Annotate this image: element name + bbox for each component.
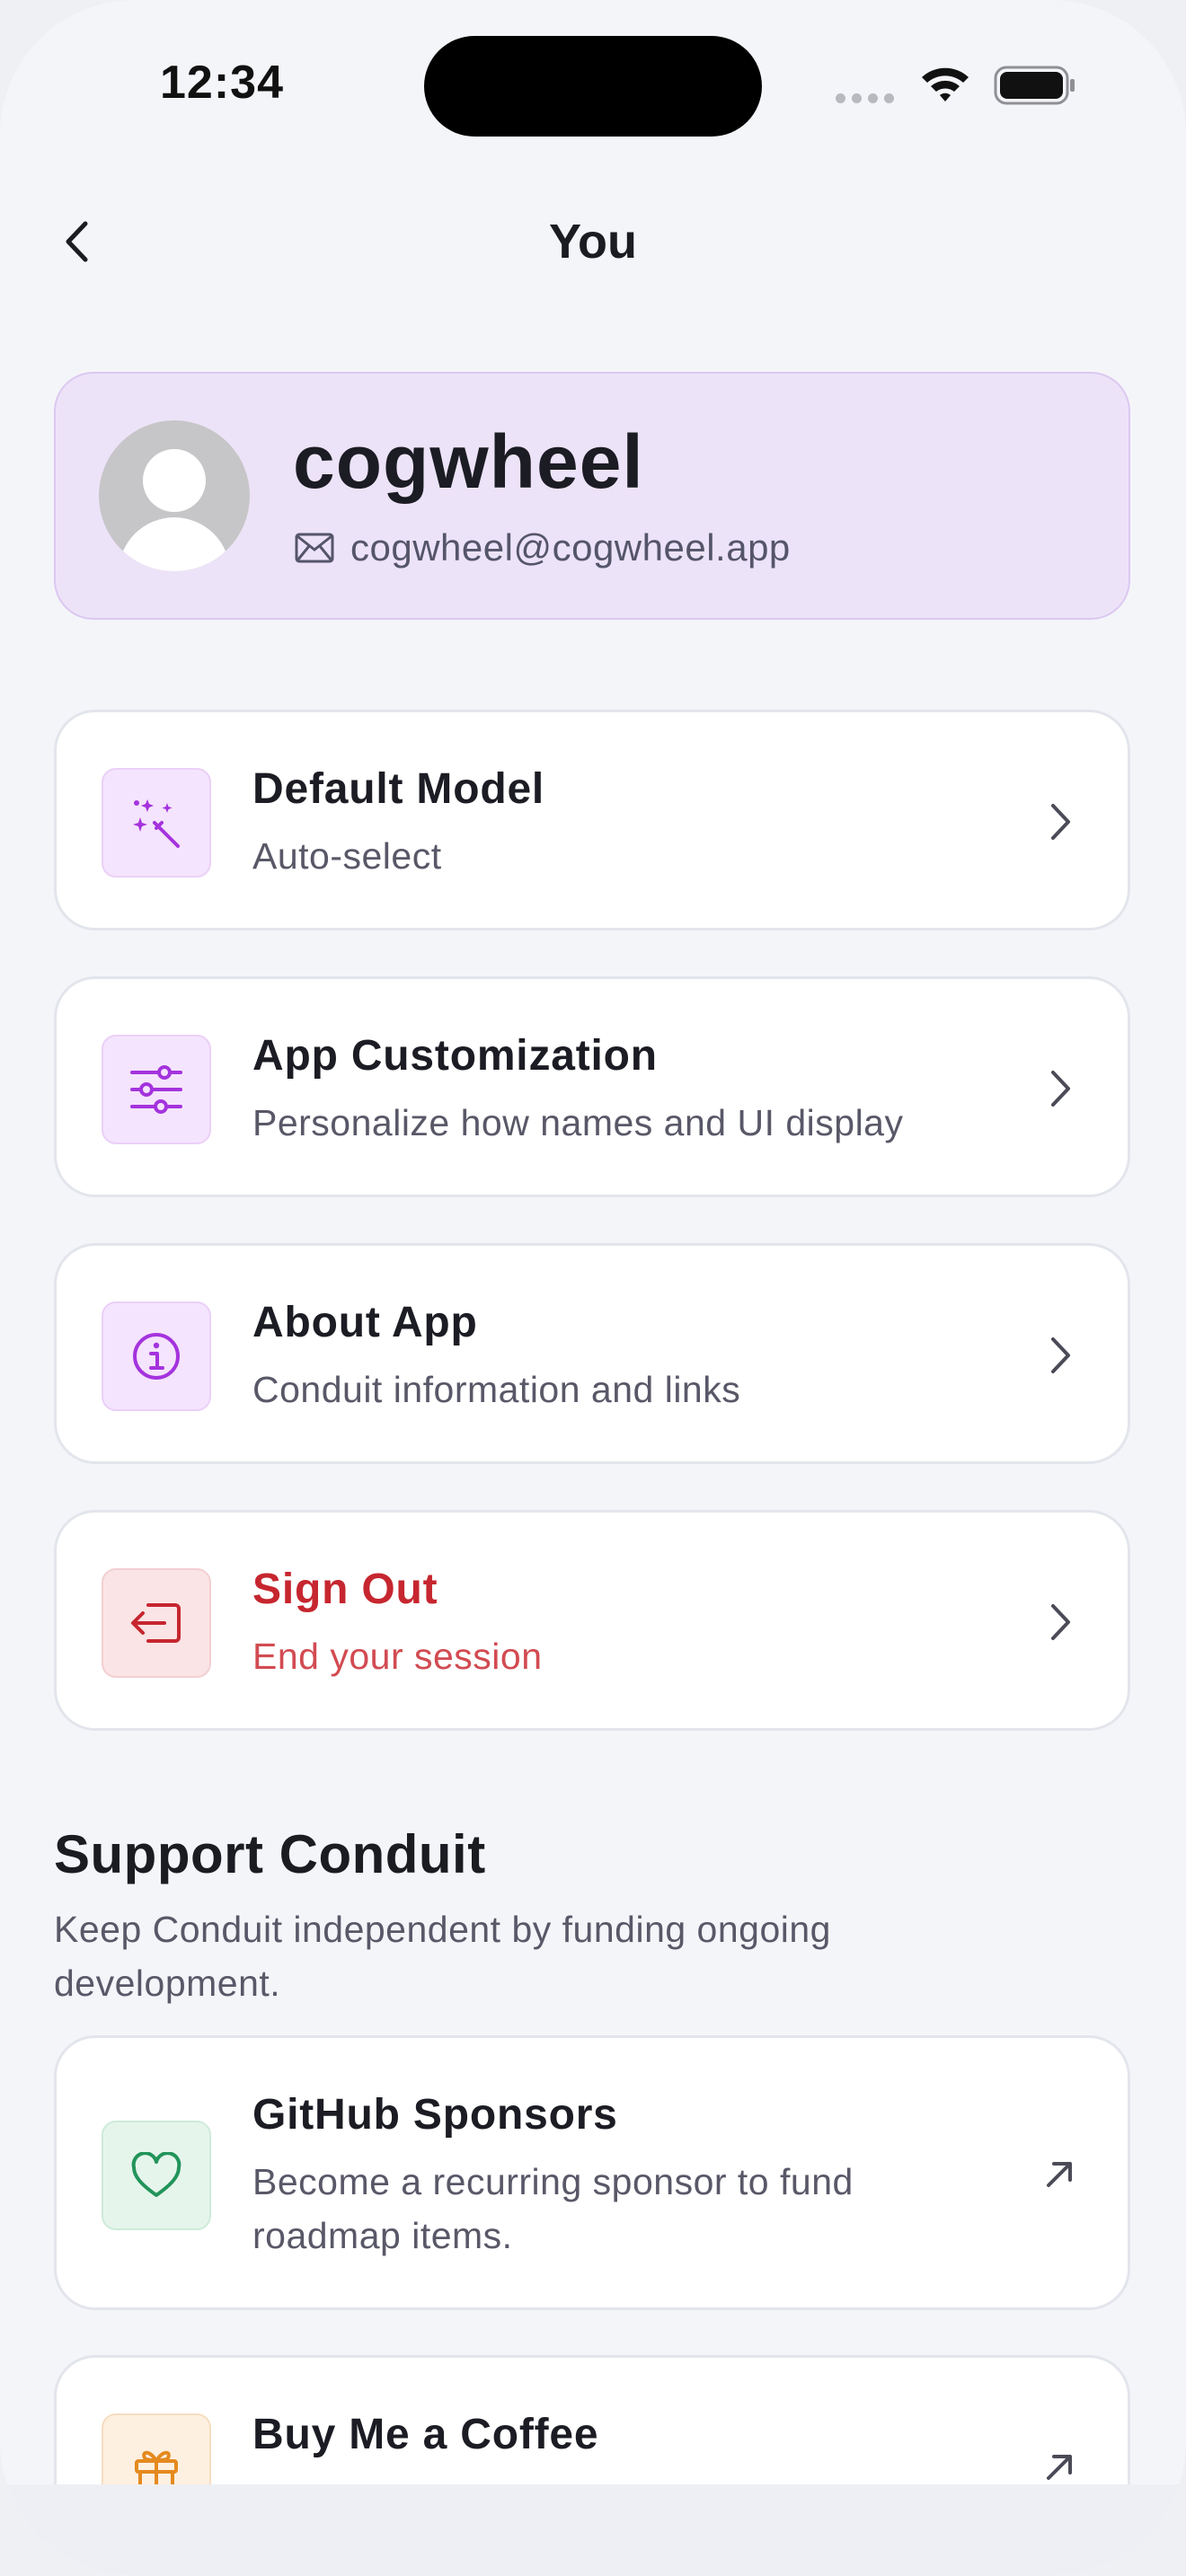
support-section-title: Support Conduit (54, 1824, 486, 1884)
profile-name: cogwheel (293, 419, 644, 504)
sign-out-item[interactable]: Sign Out End your session (54, 1510, 1130, 1731)
about-app-item[interactable]: About App Conduit information and links (54, 1243, 1130, 1464)
mail-icon (295, 533, 334, 563)
github-sponsors-subtitle: Become a recurring sponsor to fund roadm… (252, 2161, 854, 2256)
page-title: You (549, 215, 637, 269)
profile-card[interactable]: cogwheel cogwheel@cogwheel.app (54, 372, 1130, 620)
github-sponsors-item[interactable]: GitHub Sponsors Become a recurring spons… (54, 2035, 1130, 2310)
app-customization-title: App Customization (252, 1032, 658, 1080)
buy-me-a-coffee-title: Buy Me a Coffee (252, 2411, 599, 2458)
avatar-body (119, 517, 230, 571)
app-customization-subtitle: Personalize how names and UI display (252, 1102, 904, 1143)
status-time: 12:34 (160, 57, 284, 109)
about-app-title: About App (252, 1299, 478, 1346)
battery-icon (994, 66, 1075, 105)
sliders-icon (130, 1065, 182, 1114)
chevron-right-icon (1051, 1604, 1070, 1640)
profile-email: cogwheel@cogwheel.app (350, 526, 791, 569)
support-section-description: Keep Conduit independent by funding ongo… (54, 1909, 831, 2004)
bottom-safe-area (0, 2484, 1186, 2576)
external-link-icon (1047, 2455, 1072, 2480)
cellular-signal-icon (836, 93, 894, 103)
avatar-head (143, 449, 206, 512)
about-app-subtitle: Conduit information and links (252, 1369, 741, 1410)
chevron-right-icon (1051, 1071, 1070, 1107)
github-sponsors-icon-box (102, 2121, 211, 2230)
sign-out-title: Sign Out (252, 1566, 438, 1613)
sign-out-icon-box (102, 1568, 211, 1678)
sign-out-icon (131, 1603, 181, 1643)
info-icon (133, 1333, 180, 1380)
profile-email-row: cogwheel@cogwheel.app (295, 526, 791, 569)
magic-wand-icon (133, 799, 180, 848)
wifi-icon (922, 67, 969, 101)
default-model-icon-box (102, 768, 211, 878)
app-customization-item[interactable]: App Customization Personalize how names … (54, 976, 1130, 1197)
chevron-right-icon (1051, 1337, 1070, 1373)
app-customization-icon-box (102, 1035, 211, 1144)
github-sponsors-title: GitHub Sponsors (252, 2091, 618, 2139)
dynamic-island (424, 36, 762, 137)
sign-out-subtitle: End your session (252, 1636, 543, 1677)
default-model-item[interactable]: Default Model Auto-select (54, 710, 1130, 931)
chevron-right-icon (1051, 804, 1070, 840)
external-link-icon (1047, 2162, 1072, 2187)
phone-screen: 12:34 You cogwheel cogwheel@cogwheel.app… (0, 0, 1186, 2576)
about-app-icon-box (102, 1301, 211, 1411)
avatar (99, 420, 250, 571)
default-model-title: Default Model (252, 765, 545, 813)
default-model-subtitle: Auto-select (252, 835, 442, 877)
heart-icon (131, 2152, 181, 2197)
